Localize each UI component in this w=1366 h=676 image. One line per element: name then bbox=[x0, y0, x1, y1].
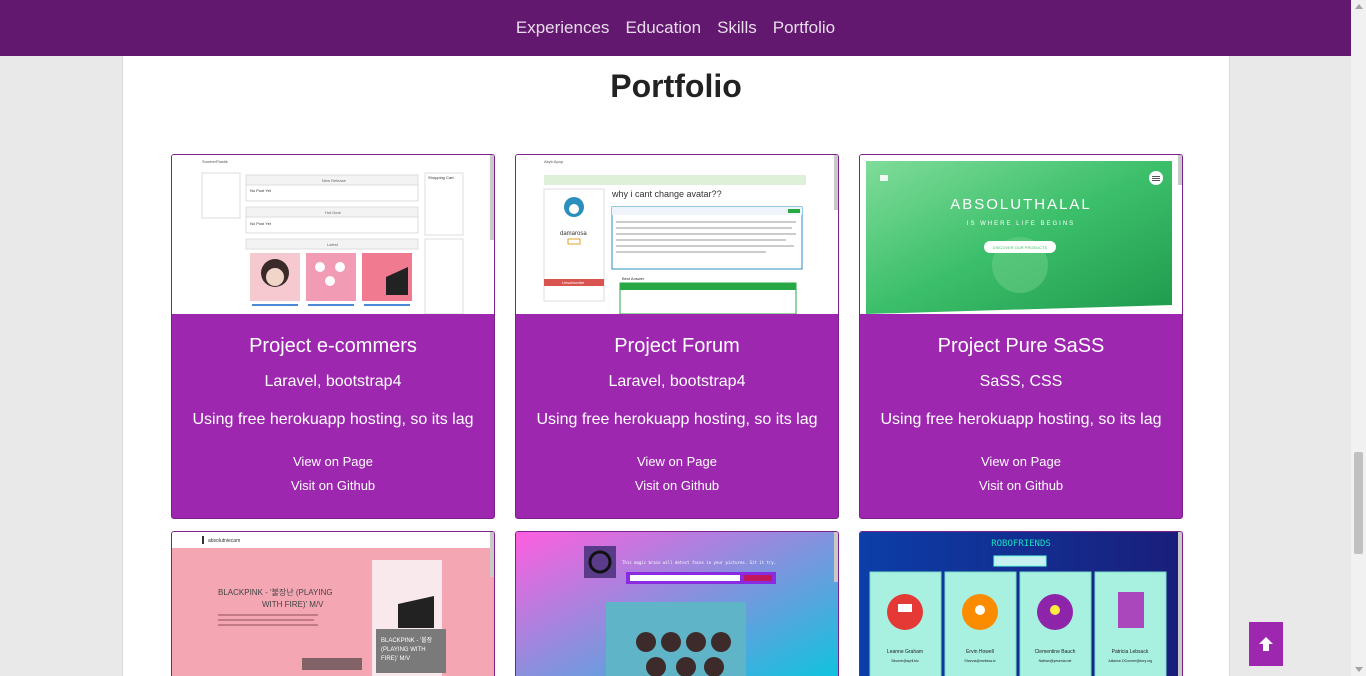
project-body: Project e-commers Laravel, bootstrap4 Us… bbox=[172, 335, 494, 498]
section-title: Portfolio bbox=[610, 68, 742, 104]
thumb-headline: BLACKPINK - '불장난 (PLAYING bbox=[218, 587, 333, 597]
project-thumbnail-ecommers[interactable]: SumberPlastik New Release No Post Yet Ho… bbox=[172, 155, 494, 314]
project-tech: SaSS, CSS bbox=[979, 373, 1063, 390]
thumb-headline: ABSOLUTHALAL bbox=[950, 196, 1092, 213]
project-card-blackpink: absolutniecam BLACKPINK - '불장난 (PLAYING … bbox=[171, 531, 495, 676]
blackpink-screenshot: absolutniecam BLACKPINK - '불장난 (PLAYING … bbox=[172, 532, 494, 676]
thumb-card-title: BLACKPINK - '불장 bbox=[381, 636, 433, 644]
robot-name: Ervin Howell bbox=[966, 649, 994, 655]
view-on-page-link[interactable]: View on Page bbox=[860, 450, 1182, 474]
thumb-unsubscribe: Unsubscribe bbox=[562, 280, 585, 285]
scroll-down-arrow-icon[interactable] bbox=[1355, 667, 1363, 672]
robot-name: Clementine Bauch bbox=[1035, 649, 1076, 655]
project-note: Using free herokuapp hosting, so its lag bbox=[880, 411, 1162, 428]
thumb-heading: why i cant change avatar?? bbox=[611, 189, 722, 199]
thumb-username: damarosa bbox=[560, 231, 587, 237]
thumb-panel-hot: Hot Deal bbox=[325, 210, 341, 215]
project-note: Using free herokuapp hosting, so its lag bbox=[536, 411, 818, 428]
thumb-cta: DISCOVER OUR PRODUCTS bbox=[993, 245, 1048, 250]
arrow-up-icon bbox=[1259, 637, 1273, 651]
robot-email: Nathan@yesenia.net bbox=[1039, 659, 1072, 663]
robot-email: Sincere@april.biz bbox=[891, 659, 919, 663]
thumb-caption: This magic brain will detect faces in yo… bbox=[622, 560, 776, 565]
thumb-sidebar-cart: Shopping Cart bbox=[428, 175, 454, 180]
sass-screenshot: ABSOLUTHALAL IS WHERE LIFE BEGINS DISCOV… bbox=[860, 155, 1182, 314]
project-title: Project Forum bbox=[614, 335, 740, 357]
project-body: Project Pure SaSS SaSS, CSS Using free h… bbox=[860, 335, 1182, 498]
project-tech: Laravel, bootstrap4 bbox=[264, 373, 402, 390]
thumb-card-title-2: (PLAYING WITH bbox=[381, 647, 426, 653]
robot-email: Shanna@melissa.tv bbox=[964, 659, 995, 663]
nav-link-portfolio[interactable]: Portfolio bbox=[773, 18, 835, 38]
thumb-panel-new: New Release bbox=[322, 178, 347, 183]
thumb-panel-latest: Latest bbox=[327, 242, 339, 247]
project-card-face-detect: This magic brain will detect faces in yo… bbox=[515, 531, 839, 676]
robofriends-screenshot: ROBOFRIENDS Leanne Graham Sincere@april.… bbox=[860, 532, 1182, 676]
project-card-robofriends: ROBOFRIENDS Leanne Graham Sincere@april.… bbox=[859, 531, 1183, 676]
ecommerce-screenshot: SumberPlastik New Release No Post Yet Ho… bbox=[172, 155, 494, 314]
thumb-brand: ROBOFRIENDS bbox=[991, 539, 1051, 549]
project-card-pure-sass: ABSOLUTHALAL IS WHERE LIFE BEGINS DISCOV… bbox=[859, 154, 1183, 519]
top-navbar: Experiences Education Skills Portfolio bbox=[0, 0, 1351, 56]
project-links: View on Page Visit on Github bbox=[516, 450, 838, 498]
project-links: View on Page Visit on Github bbox=[860, 450, 1182, 498]
robot-email: Julianne.OConner@kory.org bbox=[1108, 659, 1152, 663]
view-on-page-link[interactable]: View on Page bbox=[172, 450, 494, 474]
thumb-headline-2: WITH FIRE)' M/V bbox=[262, 600, 324, 609]
nav-link-experiences[interactable]: Experiences bbox=[516, 18, 610, 38]
thumb-empty-2: No Post Yet bbox=[250, 221, 272, 226]
thumb-tagline: IS WHERE LIFE BEGINS bbox=[967, 221, 1075, 227]
portfolio-section: Portfolio SumberPlastik New Release No P… bbox=[122, 56, 1230, 676]
scroll-up-arrow-icon[interactable] bbox=[1355, 4, 1363, 9]
project-thumbnail-robofriends[interactable]: ROBOFRIENDS Leanne Graham Sincere@april.… bbox=[860, 532, 1182, 676]
thumb-empty-1: No Post Yet bbox=[250, 188, 272, 193]
robot-name: Leanne Graham bbox=[887, 649, 923, 655]
project-thumbnail-forum[interactable]: Akyb Apop damarosa Unsubscribe why i can… bbox=[516, 155, 838, 314]
project-tech: Laravel, bootstrap4 bbox=[608, 373, 746, 390]
project-thumbnail-blackpink[interactable]: absolutniecam BLACKPINK - '불장난 (PLAYING … bbox=[172, 532, 494, 676]
project-title: Project Pure SaSS bbox=[937, 335, 1105, 357]
visit-github-link[interactable]: Visit on Github bbox=[172, 474, 494, 498]
thumb-brand: SumberPlastik bbox=[202, 159, 228, 164]
visit-github-link[interactable]: Visit on Github bbox=[516, 474, 838, 498]
project-thumbnail-face-detect[interactable]: This magic brain will detect faces in yo… bbox=[516, 532, 838, 676]
scrollbar-thumb[interactable] bbox=[1354, 452, 1363, 554]
forum-screenshot: Akyb Apop damarosa Unsubscribe why i can… bbox=[516, 155, 838, 314]
project-title: Project e-commers bbox=[249, 335, 417, 357]
thumb-card-title-3: FIRE)' M/V bbox=[381, 656, 410, 662]
nav-link-skills[interactable]: Skills bbox=[717, 18, 757, 38]
project-card-ecommers: SumberPlastik New Release No Post Yet Ho… bbox=[171, 154, 495, 519]
robot-name: Patricia Lebsack bbox=[1112, 649, 1149, 655]
nav-link-education[interactable]: Education bbox=[625, 18, 701, 38]
page-scrollbar[interactable] bbox=[1351, 0, 1366, 676]
face-detect-screenshot: This magic brain will detect faces in yo… bbox=[516, 532, 838, 676]
project-thumbnail-pure-sass[interactable]: ABSOLUTHALAL IS WHERE LIFE BEGINS DISCOV… bbox=[860, 155, 1182, 314]
project-card-forum: Akyb Apop damarosa Unsubscribe why i can… bbox=[515, 154, 839, 519]
back-to-top-button[interactable] bbox=[1249, 622, 1283, 666]
visit-github-link[interactable]: Visit on Github bbox=[860, 474, 1182, 498]
project-note: Using free herokuapp hosting, so its lag bbox=[192, 411, 474, 428]
thumb-brand: Akyb Apop bbox=[544, 159, 564, 164]
thumb-brand: absolutniecam bbox=[208, 538, 240, 544]
view-on-page-link[interactable]: View on Page bbox=[516, 450, 838, 474]
project-links: View on Page Visit on Github bbox=[172, 450, 494, 498]
thumb-best-answer: Best Answer bbox=[622, 276, 645, 281]
project-body: Project Forum Laravel, bootstrap4 Using … bbox=[516, 335, 838, 498]
